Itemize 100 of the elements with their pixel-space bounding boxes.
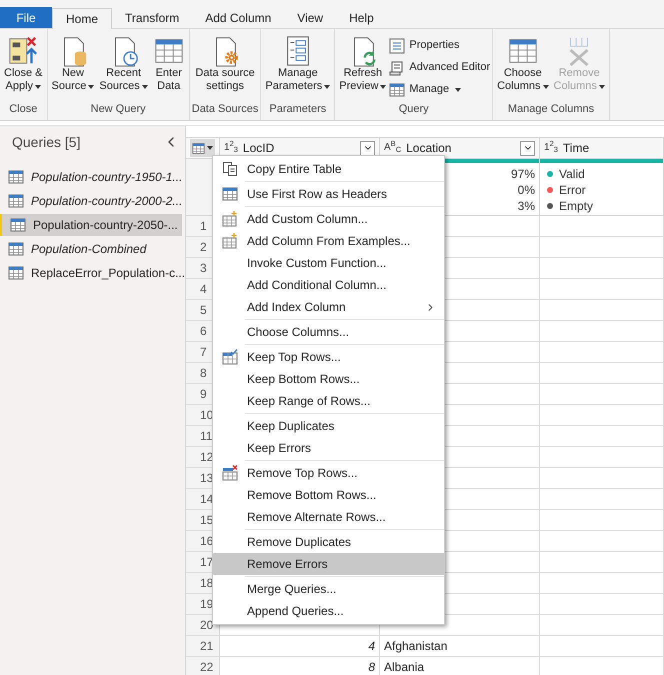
menu-item[interactable]: Copy Entire Table bbox=[213, 158, 444, 180]
ribbon-group-label: Close bbox=[9, 102, 38, 116]
menu-item[interactable]: Add Custom Column... bbox=[213, 208, 444, 230]
table-cell-text: Albania bbox=[384, 659, 424, 675]
row-number: 1 bbox=[200, 218, 207, 235]
row-number: 22 bbox=[200, 659, 214, 675]
row-number: 9 bbox=[200, 386, 207, 403]
row-number: 17 bbox=[200, 554, 214, 571]
filter-dropdown-icon[interactable] bbox=[360, 140, 375, 156]
legend-label: Error bbox=[559, 182, 586, 198]
query-item[interactable]: Population-country-1950-1... bbox=[0, 166, 182, 188]
row-number: 20 bbox=[200, 617, 214, 634]
menu-item[interactable]: Invoke Custom Function... bbox=[213, 252, 444, 274]
menu-item[interactable]: Add Column From Examples... bbox=[213, 230, 444, 252]
copy-icon bbox=[222, 161, 238, 177]
menu-item[interactable]: Remove Duplicates bbox=[213, 531, 444, 553]
ribbon-button[interactable]: Manage Parameters bbox=[263, 35, 332, 100]
caret-icon bbox=[598, 84, 605, 88]
filter-dropdown-icon[interactable] bbox=[520, 140, 535, 156]
ribbon-tab[interactable]: Add Column bbox=[192, 7, 284, 28]
row-number: 6 bbox=[200, 323, 207, 340]
table-sparkle-icon bbox=[222, 211, 238, 227]
menu-item[interactable]: Keep Top Rows... bbox=[213, 346, 444, 368]
menu-item[interactable]: Append Queries... bbox=[213, 600, 444, 622]
row-number: 11 bbox=[200, 428, 212, 445]
table-icon bbox=[8, 241, 24, 257]
table-menu-button[interactable] bbox=[190, 139, 215, 157]
table-cell-text: 8 bbox=[368, 659, 375, 675]
ribbon-button[interactable]: Close & Apply bbox=[2, 35, 45, 100]
table-cell-text: 4 bbox=[368, 638, 375, 655]
table-sparkle-icon bbox=[222, 233, 238, 249]
ribbon-group-label: Data Sources bbox=[192, 102, 258, 116]
menu-item[interactable]: Remove Top Rows... bbox=[213, 462, 444, 484]
table-icon bbox=[389, 82, 406, 98]
menu-item[interactable]: Keep Bottom Rows... bbox=[213, 368, 444, 390]
menu-item[interactable]: Choose Columns... bbox=[213, 321, 444, 343]
caret-icon bbox=[207, 146, 213, 150]
caret-icon bbox=[142, 84, 148, 88]
pane-title: Queries [5] bbox=[12, 132, 80, 152]
table-icon bbox=[10, 217, 26, 233]
ribbon-button[interactable]: Data source settings bbox=[193, 35, 257, 100]
caret-icon bbox=[324, 84, 330, 88]
menu-item[interactable]: Keep Range of Rows... bbox=[213, 390, 444, 412]
ribbon-tab[interactable]: File bbox=[0, 7, 52, 28]
row-number: 21 bbox=[200, 638, 214, 655]
menu-item[interactable]: Remove Bottom Rows... bbox=[213, 484, 444, 506]
menu-item[interactable]: Remove Errors bbox=[213, 553, 444, 575]
row-number: 7 bbox=[200, 344, 207, 361]
row-number: 12 bbox=[200, 449, 214, 466]
caret-icon bbox=[380, 84, 386, 88]
menu-item[interactable]: Add Index Column bbox=[213, 296, 444, 318]
scroll-icon bbox=[389, 60, 406, 76]
ribbon-group-label: Query bbox=[398, 102, 429, 116]
ribbon-button[interactable]: Manage bbox=[389, 80, 490, 99]
ribbon-button[interactable]: Advanced Editor bbox=[389, 58, 490, 77]
ribbon-button[interactable]: New Source bbox=[50, 35, 96, 100]
ribbon-tab[interactable]: Transform bbox=[112, 7, 192, 28]
query-item[interactable]: Population-Combined bbox=[0, 238, 182, 260]
menu-item[interactable]: Keep Duplicates bbox=[213, 415, 444, 437]
caret-icon bbox=[542, 84, 549, 88]
legend-label: Valid bbox=[559, 166, 585, 182]
table-icon bbox=[222, 186, 238, 202]
caret-icon bbox=[455, 88, 462, 92]
ribbon-tab[interactable]: Help bbox=[336, 7, 387, 28]
ribbon-button[interactable]: Choose Columns bbox=[495, 35, 551, 100]
ribbon-button[interactable]: Enter Data bbox=[150, 35, 187, 100]
quality-percent: 0% bbox=[516, 182, 535, 198]
table-icon bbox=[8, 169, 24, 185]
quality-percent: 3% bbox=[516, 198, 535, 214]
ribbon-button[interactable]: Recent Sources bbox=[97, 35, 150, 100]
ribbon-group-label: New Query bbox=[90, 102, 146, 116]
query-item[interactable]: Population-country-2000-2... bbox=[0, 190, 182, 212]
query-item[interactable]: Population-country-2050-... bbox=[0, 214, 182, 236]
query-item[interactable]: ReplaceError_Population-c... bbox=[0, 262, 182, 284]
properties-icon bbox=[389, 38, 406, 54]
row-number: 4 bbox=[200, 281, 207, 298]
table-cell-text: Afghanistan bbox=[384, 638, 448, 655]
ribbon-tab[interactable]: Home bbox=[52, 8, 112, 29]
row-number: 8 bbox=[200, 365, 207, 382]
menu-item[interactable]: Use First Row as Headers bbox=[213, 183, 444, 205]
menu-item[interactable]: Remove Alternate Rows... bbox=[213, 506, 444, 528]
row-number: 5 bbox=[200, 302, 207, 319]
ribbon-button[interactable]: Properties bbox=[389, 36, 490, 55]
quality-percent: 97% bbox=[510, 166, 535, 182]
caret-icon bbox=[88, 84, 94, 88]
table-delete-icon bbox=[222, 465, 238, 481]
ribbon-button[interactable]: Refresh Preview bbox=[337, 35, 388, 100]
menu-item[interactable]: Keep Errors bbox=[213, 437, 444, 459]
ribbon-group-label: Manage Columns bbox=[508, 102, 594, 116]
table-check-icon bbox=[222, 349, 238, 365]
row-number: 2 bbox=[200, 239, 207, 256]
ribbon-group-label: Parameters bbox=[269, 102, 326, 116]
menu-item[interactable]: Merge Queries... bbox=[213, 578, 444, 600]
caret-icon bbox=[35, 84, 42, 88]
ribbon-tab[interactable]: View bbox=[284, 7, 336, 28]
table-icon bbox=[8, 193, 24, 209]
row-number: 3 bbox=[200, 260, 207, 277]
menu-item[interactable]: Add Conditional Column... bbox=[213, 274, 444, 296]
table-icon bbox=[192, 142, 205, 154]
legend-label: Empty bbox=[559, 198, 594, 214]
